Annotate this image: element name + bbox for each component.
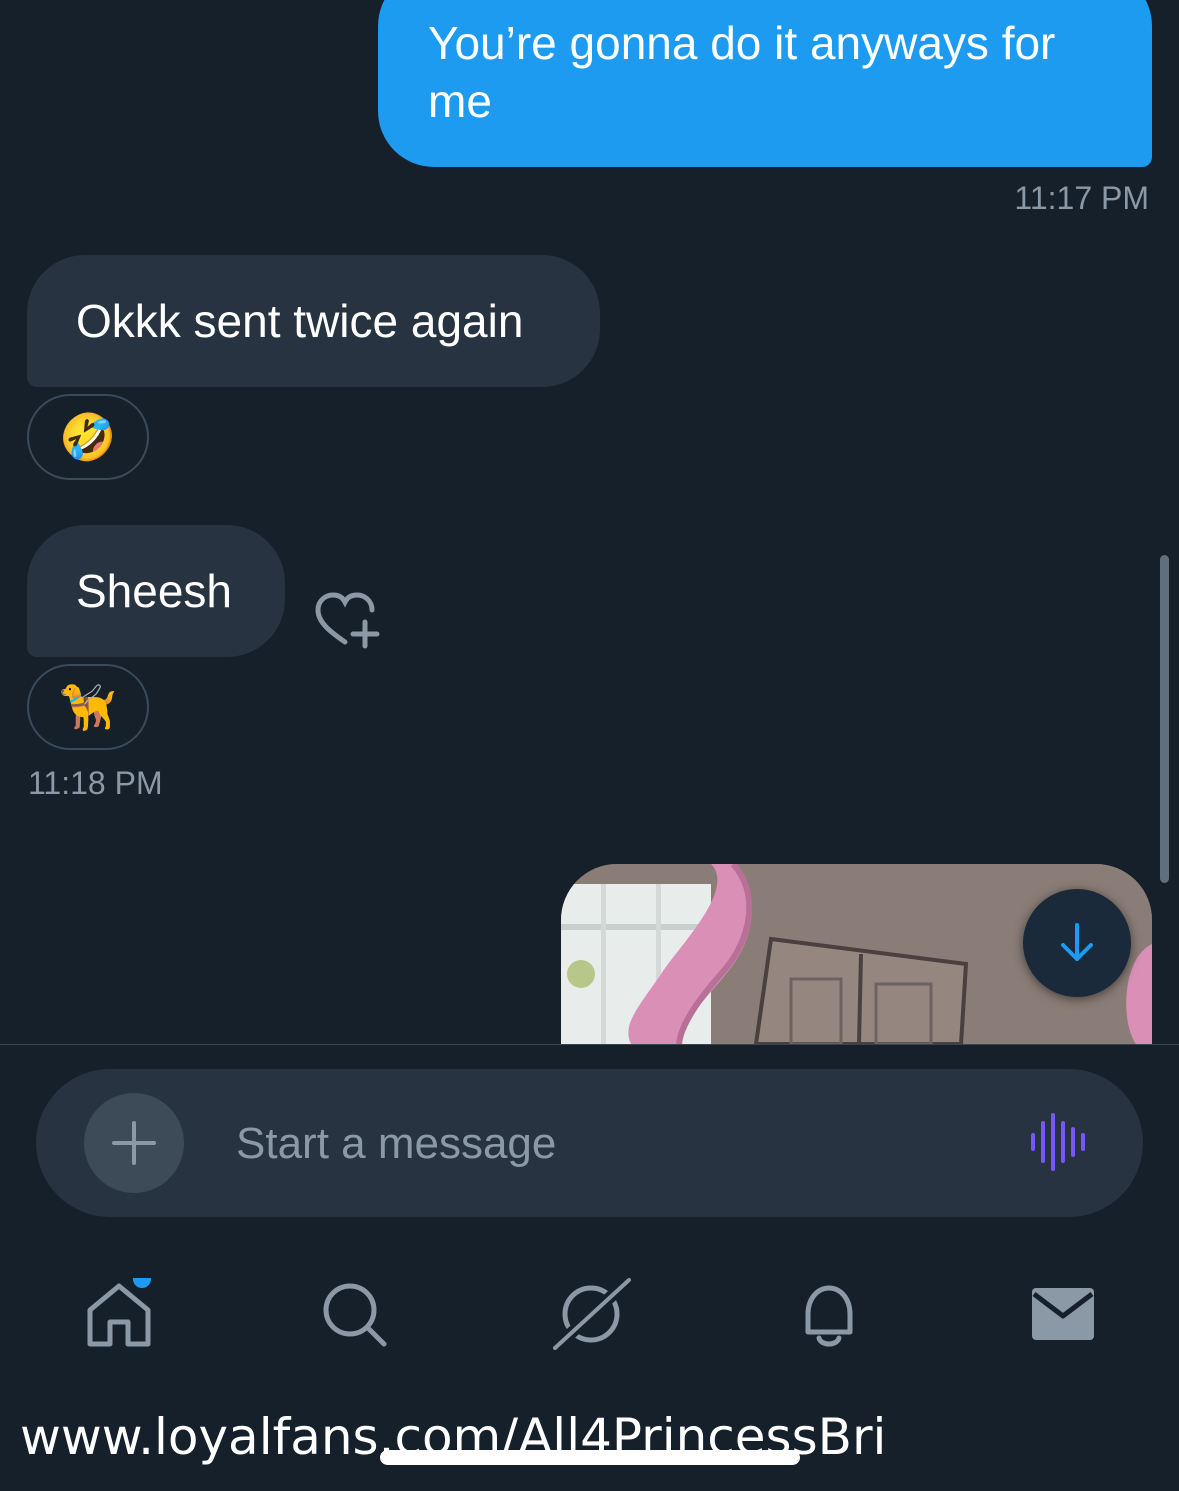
voice-message-button[interactable] bbox=[1029, 1113, 1087, 1171]
message-text: You’re gonna do it anyways for me bbox=[428, 17, 1056, 127]
composer-divider bbox=[0, 1044, 1179, 1045]
guide-dog-emoji-icon: 🦮 bbox=[59, 680, 117, 733]
message-composer: Start a message bbox=[36, 1069, 1143, 1217]
rofl-emoji-icon: 🤣 bbox=[59, 410, 117, 463]
outgoing-message-bubble[interactable]: You’re gonna do it anyways for me bbox=[378, 0, 1152, 167]
scrollbar[interactable] bbox=[1160, 555, 1169, 883]
nav-notifications-button[interactable] bbox=[796, 1280, 866, 1350]
message-text: Sheesh bbox=[76, 565, 233, 617]
message-text: Okkk sent twice again bbox=[76, 295, 524, 347]
voice-waveform-icon bbox=[1031, 1113, 1085, 1171]
spaces-icon bbox=[550, 1275, 634, 1353]
incoming-message-bubble[interactable]: Sheesh bbox=[27, 525, 285, 657]
message-reaction[interactable]: 🤣 bbox=[27, 394, 149, 480]
bell-icon bbox=[805, 1285, 853, 1347]
scroll-to-bottom-button[interactable] bbox=[1023, 889, 1131, 997]
nav-search-button[interactable] bbox=[320, 1280, 390, 1350]
home-indicator[interactable] bbox=[380, 1450, 800, 1465]
nav-messages-button[interactable] bbox=[1030, 1282, 1100, 1352]
notification-dot bbox=[133, 1270, 151, 1288]
home-icon bbox=[87, 1270, 151, 1347]
nav-spaces-button[interactable] bbox=[550, 1275, 634, 1353]
mail-icon bbox=[1032, 1288, 1094, 1340]
message-timestamp: 11:18 PM bbox=[28, 765, 163, 801]
message-input[interactable]: Start a message bbox=[236, 1119, 556, 1169]
search-icon bbox=[323, 1283, 387, 1347]
message-timestamp: 11:17 PM bbox=[1014, 180, 1149, 216]
arrow-down-icon bbox=[1061, 923, 1093, 961]
message-reaction[interactable]: 🦮 bbox=[27, 664, 149, 750]
nav-home-button[interactable] bbox=[84, 1270, 154, 1348]
add-media-button[interactable] bbox=[84, 1093, 184, 1193]
incoming-message-bubble[interactable]: Okkk sent twice again bbox=[27, 255, 600, 387]
plus-icon bbox=[112, 1121, 156, 1165]
add-reaction-heart-icon[interactable] bbox=[312, 590, 382, 652]
